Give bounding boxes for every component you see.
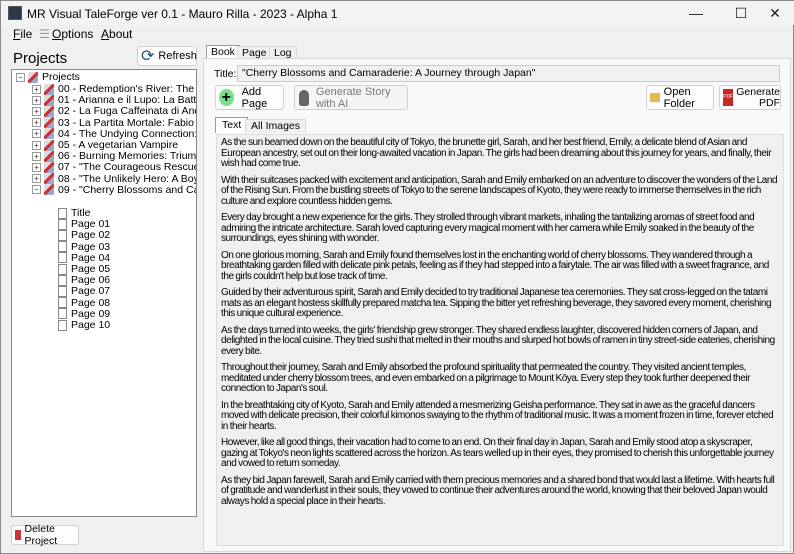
delete-project-button[interactable]: Delete Project [11,523,79,547]
tab-all-images[interactable]: All Images [245,119,307,133]
expand-icon: + [32,118,41,128]
folder-icon [650,93,660,102]
tree-project[interactable]: +01 - Arianna e il Lupo: La Battaglia di… [32,94,196,106]
tree-page[interactable]: Page 04 [58,252,110,264]
expand-icon: + [32,140,41,150]
story-text-area[interactable]: As the sun beamed down on the beautiful … [216,134,784,546]
page-icon [58,297,67,309]
expand-icon: + [32,151,41,161]
title-bar: MR Visual TaleForge ver 0.1 - Mauro Rill… [1,1,794,25]
book-icon [44,184,54,196]
tree-project[interactable]: +04 - The Undying Connection: A Hima [32,128,196,140]
story-paragraph: As the sun beamed down on the beautiful … [221,137,772,169]
story-paragraph: On one glorious morning, Sarah and Emily… [221,249,769,282]
tree-project[interactable]: +00 - Redemption's River: The Tale of t [32,83,196,95]
tree-page[interactable]: Page 05 [58,263,110,275]
book-icon [44,150,54,162]
book-icon [44,105,54,117]
collapse-icon: − [16,72,25,82]
story-paragraph: Every day brought a new experience for t… [221,212,755,244]
story-paragraph: Throughout their journey, Sarah and Emil… [221,362,751,394]
generate-pdf-button[interactable]: PDF Generate PDF [719,85,781,110]
page-icon [58,252,67,264]
window-title: MR Visual TaleForge ver 0.1 - Mauro Rill… [27,7,338,21]
generate-story-ai-button[interactable]: Generate Story with AI [294,85,408,110]
story-paragraph: As the days turned into weeks, the girls… [221,324,775,357]
tab-text[interactable]: Text [215,117,249,133]
story-paragraph: In the breathtaking city of Kyoto, Sarah… [221,399,774,432]
book-icon [44,117,54,129]
book-icon [44,83,54,95]
refresh-icon: ⟳ [141,48,155,65]
tree-project[interactable]: +02 - La Fuga Caffeinata di Andrea: Un [32,105,196,117]
tree-page[interactable]: Page 07 [58,285,110,297]
tree-page[interactable]: Page 06 [58,274,110,286]
expand-icon: + [32,95,41,105]
page-icon [58,263,67,275]
pdf-icon: PDF [723,89,734,106]
app-icon [8,6,22,20]
menu-about[interactable]: About [101,27,132,41]
tree-project[interactable]: +03 - La Partita Mortale: Fabio e il Fli… [32,117,196,129]
robot-head-icon [299,89,309,106]
page-icon [58,241,67,253]
close-button[interactable]: ✕ [755,1,794,25]
tree-project[interactable]: +08 - "The Unlikely Hero: A Boy's Trium [32,173,196,185]
tree-page[interactable]: Page 08 [58,297,110,309]
tree-root[interactable]: − Projects [16,71,80,83]
story-paragraph: Guided by their adventurous spirit, Sara… [221,287,772,319]
page-icon [58,218,67,230]
tree-project[interactable]: −09 - "Cherry Blossoms and Camaraderi [32,184,196,196]
tree-project[interactable]: +06 - Burning Memories: Triumph over D [32,150,196,162]
expand-icon: + [32,174,41,184]
tree-project[interactable]: +05 - A vegetarian Vampire [32,139,178,151]
expand-icon: + [32,129,41,139]
expand-icon: + [32,106,41,116]
projects-heading: Projects [13,50,68,67]
book-icon [44,173,54,185]
plus-icon: + [219,89,234,106]
tree-project[interactable]: +07 - "The Courageous Rescue: Ann's [32,161,196,173]
expand-icon: + [32,84,41,94]
story-paragraph: As they bid Japan farewell, Sarah and Em… [221,474,775,507]
page-icon [58,207,67,219]
options-icon: ☰ [39,27,50,41]
refresh-button[interactable]: ⟳ Refresh [137,46,197,66]
project-tree[interactable]: −Projects+00 - Redemption's River: The T… [11,69,197,517]
page-icon [58,229,67,241]
page-icon [58,319,67,331]
add-page-button[interactable]: + Add Page [215,85,284,110]
open-folder-button[interactable]: Open Folder [646,85,714,110]
tree-page[interactable]: Title [58,207,90,219]
title-label: Title: [214,68,237,80]
menu-options[interactable]: Options [52,27,93,41]
story-paragraph: However, like all good things, their vac… [221,437,774,469]
tree-page[interactable]: Page 10 [58,319,110,331]
story-paragraph: With their suitcases packed with excitem… [221,174,778,207]
collapse-icon: − [32,185,41,195]
tab-book[interactable]: Book [206,45,240,59]
page-icon [58,308,67,320]
tree-page[interactable]: Page 01 [58,218,110,230]
expand-icon: + [32,162,41,172]
book-icon [44,128,54,140]
tree-page[interactable]: Page 03 [58,241,110,253]
book-icon [44,161,54,173]
menu-file[interactable]: File [13,27,32,41]
book-icon [44,94,54,106]
book-icon [28,71,38,83]
page-icon [58,285,67,297]
book-icon [44,139,54,151]
minimize-button[interactable]: — [676,1,716,25]
tree-page[interactable]: Page 09 [58,308,110,320]
title-input[interactable]: "Cherry Blossoms and Camaraderie: A Jour… [237,65,780,82]
delete-icon [15,530,22,540]
tree-page[interactable]: Page 02 [58,229,110,241]
page-icon [58,274,67,286]
